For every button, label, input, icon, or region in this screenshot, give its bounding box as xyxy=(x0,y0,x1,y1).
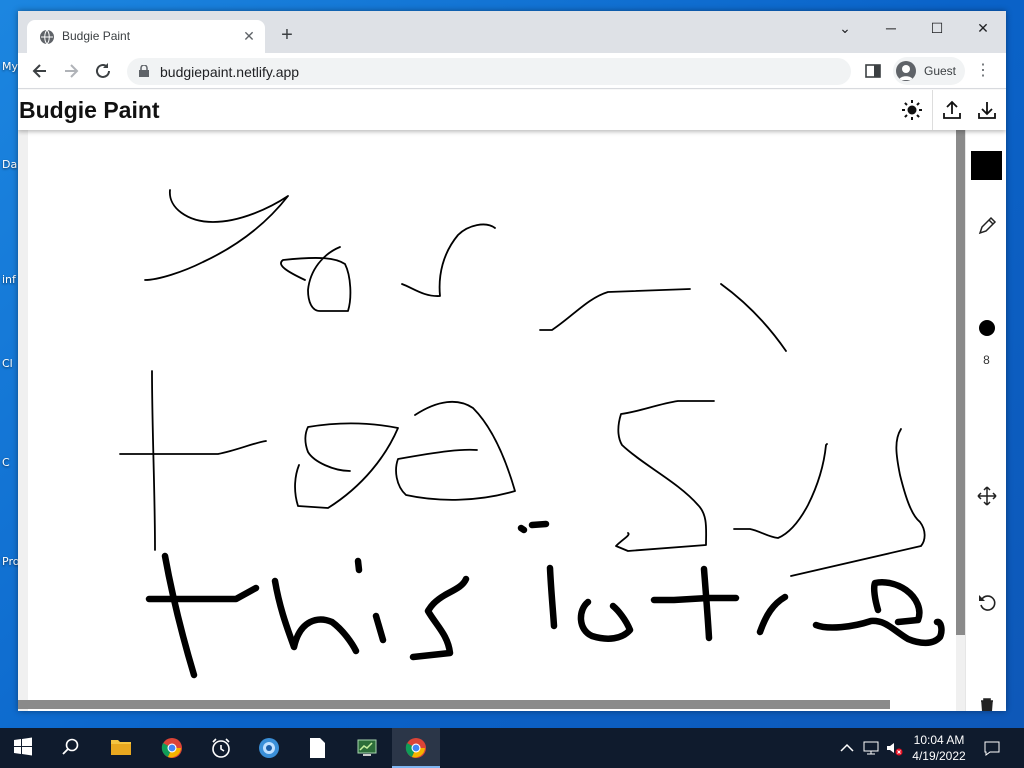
browser-menu-button[interactable]: ⋮ xyxy=(973,59,993,83)
tab-strip: Budgie Paint ✕ + ⌄ ─ ☐ ✕ xyxy=(18,11,1006,53)
desktop-icon-label[interactable]: C xyxy=(2,456,10,469)
start-button[interactable] xyxy=(0,728,48,768)
arrow-left-icon xyxy=(32,64,46,78)
horizontal-scrollbar-thumb[interactable] xyxy=(18,700,890,709)
windows-taskbar: 10:04 AM 4/19/2022 xyxy=(0,728,1024,768)
drawing-strokes[interactable] xyxy=(18,130,965,711)
notification-icon[interactable] xyxy=(983,739,1001,757)
budgie-paint-app: Budgie Paint 8 xyxy=(18,90,1006,711)
desktop-icon-label[interactable]: inf xyxy=(2,273,16,286)
reload-button[interactable] xyxy=(90,58,116,84)
color-swatch[interactable] xyxy=(971,151,1002,180)
browser-tab[interactable]: Budgie Paint ✕ xyxy=(27,20,265,53)
tab-search-button[interactable]: ⌄ xyxy=(827,15,863,43)
search-icon xyxy=(62,738,79,755)
header-divider xyxy=(932,90,933,130)
brush-size-indicator[interactable] xyxy=(979,320,995,336)
desktop-icon-label[interactable]: My xyxy=(2,60,18,73)
vertical-scrollbar-thumb[interactable] xyxy=(956,130,965,635)
chevron-up-icon[interactable] xyxy=(838,739,856,757)
clock-date: 4/19/2022 xyxy=(912,749,966,763)
undo-icon[interactable] xyxy=(976,591,998,613)
lock-icon[interactable] xyxy=(139,65,149,77)
app-header: Budgie Paint xyxy=(18,90,1006,130)
desktop-icon-label[interactable]: Da xyxy=(2,158,17,171)
new-tab-button[interactable]: + xyxy=(275,24,299,48)
maximize-button[interactable]: ☐ xyxy=(919,15,955,43)
upload-icon[interactable] xyxy=(940,98,964,122)
globe-icon xyxy=(40,29,54,45)
profile-name: Guest xyxy=(924,64,957,78)
side-panel-icon[interactable] xyxy=(864,62,882,80)
forward-button[interactable] xyxy=(58,58,84,84)
download-icon[interactable] xyxy=(975,98,999,122)
tab-title: Budgie Paint xyxy=(62,29,131,43)
back-button[interactable] xyxy=(27,58,53,84)
vertical-scrollbar-track[interactable] xyxy=(956,635,965,711)
file-explorer-button[interactable] xyxy=(97,728,145,768)
pencil-icon[interactable] xyxy=(976,215,998,237)
document-icon xyxy=(310,738,325,758)
arrow-right-icon xyxy=(65,64,79,78)
windows-logo-icon xyxy=(14,737,32,756)
folder-icon xyxy=(111,740,131,755)
reload-icon xyxy=(96,63,110,78)
app-title: Budgie Paint xyxy=(19,97,160,123)
sun-icon[interactable] xyxy=(900,98,924,122)
tool-sidebar: 8 xyxy=(965,130,1006,711)
drawing-canvas[interactable] xyxy=(18,130,965,711)
chrome-active-window-button[interactable] xyxy=(392,728,440,768)
browser-window: Budgie Paint ✕ + ⌄ ─ ☐ ✕ budgiepaint.net… xyxy=(18,11,1006,711)
tab-close-button[interactable]: ✕ xyxy=(239,26,259,46)
avatar-icon xyxy=(896,61,916,81)
notepad-button[interactable] xyxy=(294,728,342,768)
alarm-clock-icon xyxy=(212,738,230,758)
monitor-chart-icon xyxy=(357,739,377,756)
network-icon[interactable] xyxy=(862,739,880,757)
browser-toolbar: budgiepaint.netlify.app Guest ⋮ xyxy=(18,53,1006,89)
chrome-taskbar-button[interactable] xyxy=(148,728,196,768)
brush-size-value: 8 xyxy=(983,353,990,367)
desktop-icon-label[interactable]: Pro xyxy=(2,555,19,568)
profile-button[interactable]: Guest xyxy=(893,57,965,85)
chrome-icon xyxy=(161,738,182,758)
alarms-clock-button[interactable] xyxy=(197,728,245,768)
url-text[interactable]: budgiepaint.netlify.app xyxy=(160,64,299,80)
minimize-button[interactable]: ─ xyxy=(873,15,909,43)
system-clock[interactable]: 10:04 AM 4/19/2022 xyxy=(905,732,973,764)
desktop-icon-label[interactable]: Cl xyxy=(2,357,13,370)
close-window-button[interactable]: ✕ xyxy=(965,15,1001,43)
globe-app-icon xyxy=(259,738,279,758)
speaker-muted-icon[interactable] xyxy=(885,739,903,757)
search-button[interactable] xyxy=(48,728,96,768)
clock-time: 10:04 AM xyxy=(913,733,965,747)
move-icon[interactable] xyxy=(976,485,998,507)
address-bar[interactable]: budgiepaint.netlify.app xyxy=(127,58,851,85)
chrome-icon xyxy=(405,738,426,758)
trash-icon[interactable] xyxy=(976,695,998,711)
app-taskbar-button[interactable] xyxy=(245,728,293,768)
task-manager-button[interactable] xyxy=(343,728,391,768)
